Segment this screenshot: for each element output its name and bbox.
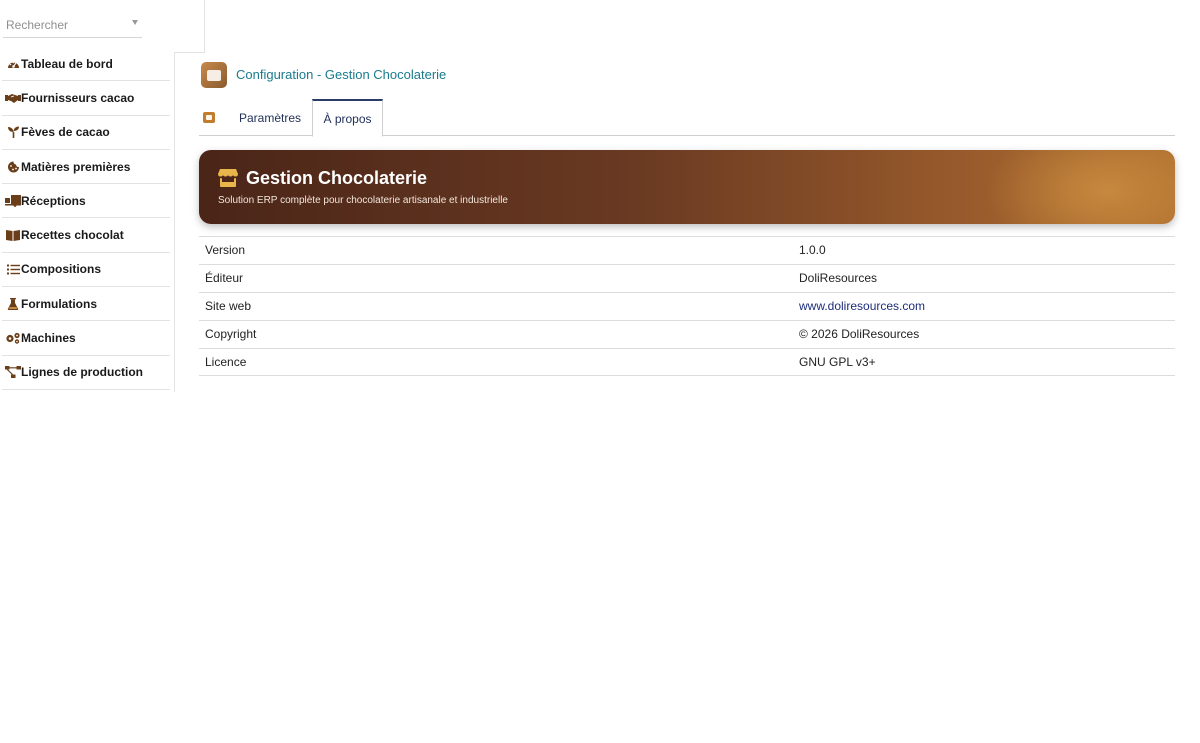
sidebar-item-receptions[interactable]: Réceptions [2, 184, 170, 219]
tab-bar: Paramètres À propos [199, 99, 1175, 137]
row-key: Licence [205, 355, 247, 369]
handshake-icon [5, 91, 21, 105]
module-tab-icon [203, 112, 215, 123]
search-box[interactable] [3, 14, 142, 38]
sidebar-menu: Tableau de bord Fournisseurs cacao Fèves… [2, 47, 170, 390]
left-sidebar: Tableau de bord Fournisseurs cacao Fèves… [0, 0, 175, 392]
table-row: Éditeur DoliResources [199, 265, 1175, 293]
table-row: Version 1.0.0 [199, 237, 1175, 265]
open-book-icon [5, 228, 21, 242]
row-value: © 2026 DoliResources [799, 327, 920, 342]
row-key: Version [205, 243, 246, 258]
sidebar-item-label: Lignes de production [21, 365, 143, 380]
flask-icon [5, 297, 21, 311]
sidebar-item-label: Compositions [21, 262, 101, 277]
seedling-icon [5, 125, 21, 139]
about-banner: Gestion Chocolaterie Solution ERP complè… [199, 150, 1175, 224]
row-key: Éditeur [205, 271, 244, 286]
sidebar-item-label: Tableau de bord [21, 56, 113, 71]
list-icon [5, 262, 21, 276]
menu-toggle-box[interactable] [174, 0, 205, 53]
banner-title: Gestion Chocolaterie [246, 168, 428, 188]
sidebar-item-formulations[interactable]: Formulations [2, 287, 170, 322]
table-row: Site web www.doliresources.com [199, 293, 1175, 321]
module-icon [201, 62, 227, 88]
sidebar-item-recettes-chocolat[interactable]: Recettes chocolat [2, 218, 170, 253]
row-key: Copyright [205, 327, 257, 342]
sidebar-item-lignes-de-production[interactable]: Lignes de production [2, 356, 170, 390]
sidebar-item-label: Fournisseurs cacao [21, 90, 135, 105]
module-info-table: Version 1.0.0 Éditeur DoliResources Site… [199, 236, 1175, 377]
row-value: 1.0.0 [799, 243, 826, 258]
sidebar-item-label: Matières premières [21, 159, 131, 174]
sidebar-item-label: Formulations [21, 296, 98, 311]
store-icon [218, 169, 238, 187]
table-row: Copyright © 2026 DoliResources [199, 321, 1175, 349]
sidebar-item-compositions[interactable]: Compositions [2, 253, 170, 288]
sidebar-item-label: Fèves de cacao [21, 125, 110, 140]
sidebar-item-label: Machines [21, 331, 76, 346]
chevron-down-icon[interactable] [132, 20, 138, 25]
sidebar-item-label: Recettes chocolat [21, 228, 124, 243]
dashboard-gauge-icon [5, 57, 21, 71]
website-link[interactable]: www.doliresources.com [793, 299, 925, 313]
cogs-icon [5, 331, 21, 345]
table-row: Licence GNU GPL v3+ [199, 349, 1175, 377]
banner-subtitle: Solution ERP complète pour chocolaterie … [218, 195, 508, 206]
row-key: Site web [205, 299, 252, 314]
sidebar-item-tableau-de-bord[interactable]: Tableau de bord [2, 47, 170, 82]
sidebar-item-machines[interactable]: Machines [2, 321, 170, 356]
sidebar-item-label: Réceptions [21, 193, 86, 208]
row-value: DoliResources [799, 271, 878, 286]
sidebar-item-matieres-premieres[interactable]: Matières premières [2, 150, 170, 185]
tab-parametres[interactable]: Paramètres [229, 99, 311, 136]
sidebar-item-feves-de-cacao[interactable]: Fèves de cacao [2, 116, 170, 150]
tab-a-propos[interactable]: À propos [312, 99, 383, 137]
cookie-icon [5, 160, 21, 174]
sidebar-item-fournisseurs-cacao[interactable]: Fournisseurs cacao [2, 81, 170, 116]
page-title: Configuration - Gestion Chocolaterie [236, 67, 447, 82]
truck-loading-icon [5, 194, 21, 208]
row-value: GNU GPL v3+ [799, 355, 876, 369]
project-diagram-icon [5, 365, 21, 379]
search-input[interactable] [3, 14, 123, 36]
